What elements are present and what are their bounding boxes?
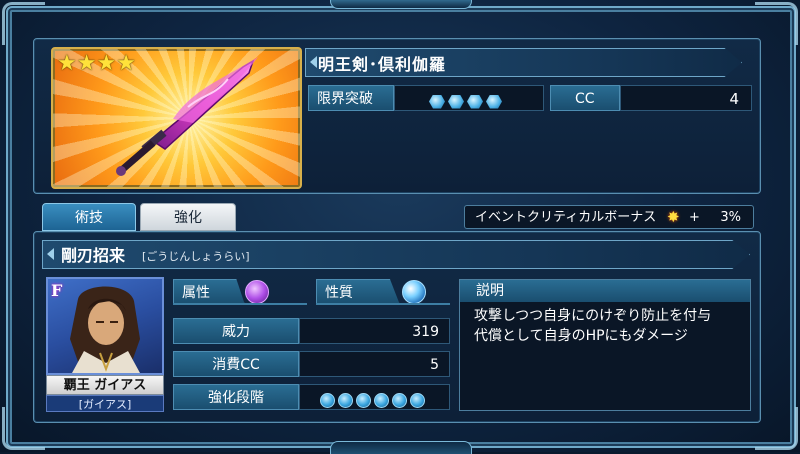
top-notch xyxy=(330,0,472,9)
skill-reading: [ごうじんしょうらい] xyxy=(142,250,250,263)
arrow-left-icon xyxy=(310,56,317,68)
limit-break-gem-icon xyxy=(429,94,445,109)
tab-enhance[interactable]: 強化 xyxy=(140,203,236,231)
enhance-gem-icon xyxy=(374,393,389,408)
enhance-stage-gems xyxy=(299,384,450,410)
ok-button[interactable] xyxy=(330,441,472,454)
rank-badge: F xyxy=(51,281,63,300)
star-icon: ★ xyxy=(57,51,77,76)
critical-burst-icon: ✸ xyxy=(667,208,680,226)
enhance-gem-icon xyxy=(356,393,371,408)
star-icon: ★ xyxy=(96,51,117,76)
purple-element-orb-icon xyxy=(245,280,269,304)
limit-break-gem-icon xyxy=(448,94,464,109)
limit-break-gem-icon xyxy=(467,94,483,109)
star-icon: ★ xyxy=(116,51,136,76)
nature-label: 性質 xyxy=(316,279,400,305)
power-value: 319 xyxy=(299,318,450,344)
enhance-gem-icon xyxy=(392,393,407,408)
attribute-underline xyxy=(173,303,307,305)
event-critical-bonus: イベントクリティカルボーナス ✸ + 3% xyxy=(464,205,754,229)
tab-skill[interactable]: 術技 xyxy=(42,203,136,231)
weapon-card: ★ ★ ★ ★ xyxy=(51,47,302,189)
limit-break-gems xyxy=(394,85,544,111)
power-label: 威力 xyxy=(173,318,299,344)
blue-nature-orb-icon xyxy=(402,280,426,304)
character-name: 覇王 ガイアス xyxy=(46,375,164,395)
nature-underline xyxy=(316,303,450,305)
description-line: 攻撃しつつ自身にのけぞり防止を付与 xyxy=(474,308,712,324)
weapon-name: 明王剣･倶利伽羅 xyxy=(318,55,447,74)
star-icon: ★ xyxy=(76,51,97,76)
skill-name: 剛刃招来 xyxy=(61,246,126,265)
description-text: 攻撃しつつ自身にのけぞり防止を付与 代償として自身のHPにもダメージ xyxy=(474,306,744,346)
ornament-corner xyxy=(755,407,798,450)
description-box: 説明 攻撃しつつ自身にのけぞり防止を付与 代償として自身のHPにもダメージ xyxy=(459,279,751,411)
enhance-gem-icon xyxy=(410,393,425,408)
character-portrait[interactable]: F xyxy=(46,277,164,375)
enhance-gem-icon xyxy=(320,393,335,408)
rarity-stars: ★ ★ ★ ★ xyxy=(57,53,136,75)
arrow-left-icon xyxy=(47,248,54,260)
enhance-stage-label: 強化段階 xyxy=(173,384,299,410)
description-label: 説明 xyxy=(460,280,750,302)
cc-value: 4 xyxy=(729,90,739,108)
cc-cost-value: 5 xyxy=(299,351,450,377)
enhance-gem-icon xyxy=(338,393,353,408)
event-bonus-plus: + xyxy=(689,210,700,225)
ornament-corner xyxy=(755,2,798,45)
limit-break-label: 限界突破 xyxy=(308,85,394,111)
character-illustration xyxy=(70,286,140,373)
event-bonus-value: 3% xyxy=(720,210,741,225)
cc-cost-label: 消費CC xyxy=(173,351,299,377)
description-line: 代償として自身のHPにもダメージ xyxy=(474,328,688,344)
attribute-label: 属性 xyxy=(173,279,245,305)
cc-label: CC xyxy=(550,85,620,111)
character-sub-name: [ガイアス] xyxy=(46,395,164,412)
cc-value-box: 4 xyxy=(620,85,752,111)
limit-break-gem-icon xyxy=(486,94,502,109)
event-bonus-label: イベントクリティカルボーナス xyxy=(475,210,657,225)
